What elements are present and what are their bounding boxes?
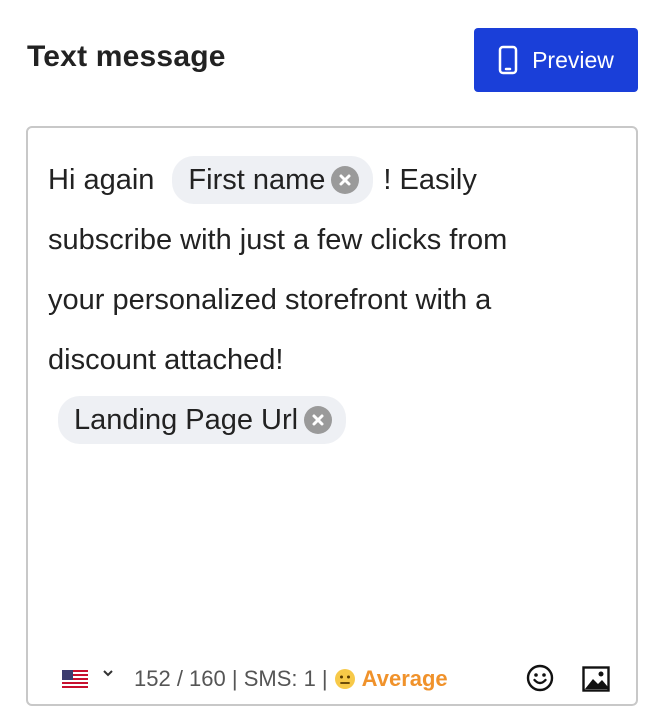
message-line: Hi again First name ! Easily [48,150,608,210]
mobile-phone-icon [498,45,518,75]
message-line: Landing Page Url [48,390,608,450]
remove-chip-icon[interactable] [331,166,360,194]
character-counter: 152 / 160 | SMS: 1 | Average [134,666,448,692]
chevron-down-icon[interactable] [102,666,114,684]
first-name-chip[interactable]: First name [172,156,374,204]
message-text: Hi again [48,164,155,196]
message-editor[interactable]: Hi again First name ! Easily subscribe w… [26,126,638,706]
image-icon[interactable] [582,666,610,698]
chip-label: First name [188,164,326,196]
quality-label: Average [361,666,448,691]
header: Text message Preview [0,0,662,120]
preview-button[interactable]: Preview [474,28,638,92]
message-line: subscribe with just a few clicks from [48,224,508,256]
counter-text: 152 / 160 | SMS: 1 | [134,666,328,691]
editor-footer: 152 / 160 | SMS: 1 | Average [28,654,636,704]
message-body[interactable]: Hi again First name ! Easily subscribe w… [48,150,608,450]
us-flag-icon[interactable] [62,668,88,694]
chip-label: Landing Page Url [74,404,299,436]
message-line: discount attached! [48,344,284,376]
message-text: ! Easily [383,164,477,196]
neutral-face-icon [334,668,356,690]
page-title: Text message [27,40,226,73]
message-line: your personalized storefront with a [48,284,492,316]
preview-label: Preview [532,46,614,73]
remove-chip-icon[interactable] [304,406,333,434]
smiley-icon[interactable] [526,664,554,698]
landing-page-url-chip[interactable]: Landing Page Url [58,396,347,444]
